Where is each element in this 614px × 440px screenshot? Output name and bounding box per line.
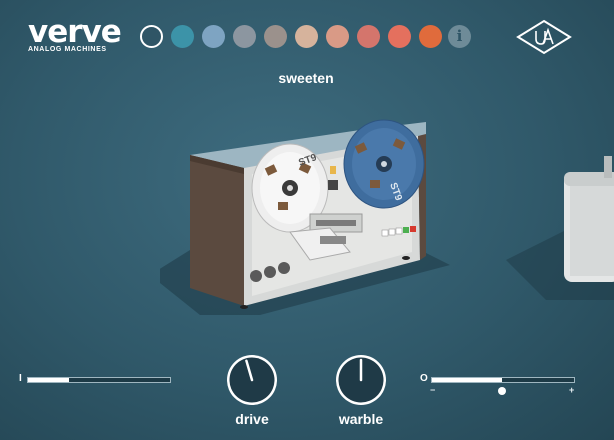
ua-logo	[516, 19, 572, 55]
right-reel: ST9	[343, 119, 425, 209]
output-level-fill	[432, 378, 502, 382]
plugin-window: verve ANALOG MACHINES i sweeten ST9 ST9 …	[0, 0, 614, 440]
output-slider-thumb[interactable]	[497, 387, 506, 395]
warble-label: warble	[338, 411, 384, 427]
output-minus-label: −	[430, 385, 436, 395]
input-label: I	[19, 373, 22, 384]
color-swatch-9[interactable]	[388, 25, 411, 48]
input-track[interactable]	[27, 377, 171, 383]
color-swatch-10[interactable]	[419, 25, 442, 48]
color-swatch-7[interactable]	[326, 25, 349, 48]
tape-machine-illustration: ST9 ST9	[160, 119, 450, 315]
output-plus-label: +	[569, 385, 575, 395]
output-label: O	[420, 373, 428, 384]
warble-knob[interactable]	[333, 352, 389, 408]
output-track[interactable]	[431, 377, 575, 383]
color-swatch-3[interactable]	[202, 25, 225, 48]
next-machine-preview[interactable]	[506, 150, 614, 300]
color-swatch-5[interactable]	[264, 25, 287, 48]
color-swatch-8[interactable]	[357, 25, 380, 48]
color-swatch-4[interactable]	[233, 25, 256, 48]
logo-word: verve	[28, 14, 122, 50]
color-swatch-6[interactable]	[295, 25, 318, 48]
info-button[interactable]: i	[448, 25, 471, 48]
color-swatch-1[interactable]	[140, 25, 163, 48]
verve-logo: verve ANALOG MACHINES	[28, 14, 122, 54]
drive-label: drive	[235, 411, 269, 427]
drive-knob[interactable]	[224, 352, 280, 408]
preset-name[interactable]: sweeten	[226, 70, 386, 86]
color-swatch-2[interactable]	[171, 25, 194, 48]
input-level-fill	[28, 378, 70, 382]
